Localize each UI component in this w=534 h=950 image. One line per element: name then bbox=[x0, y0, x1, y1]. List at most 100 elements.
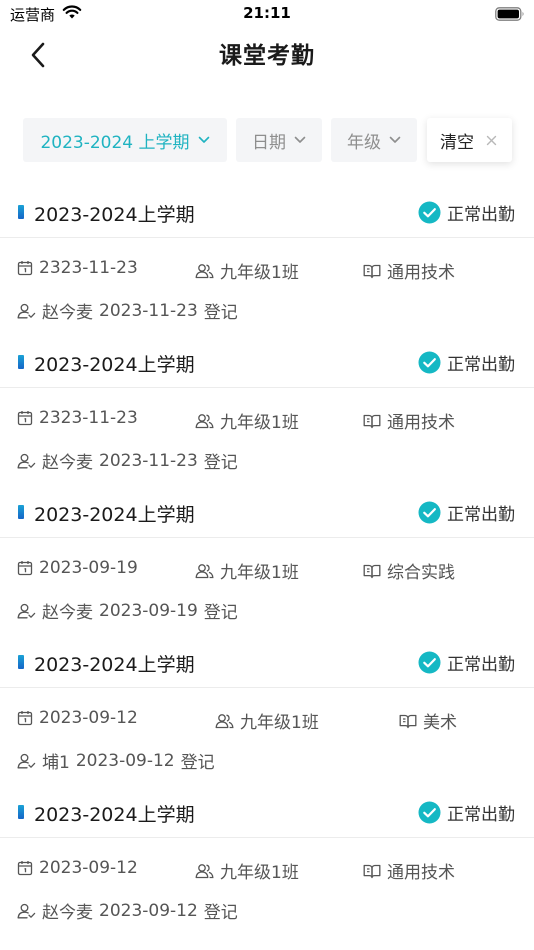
record-date-text: 2023-09-12 bbox=[39, 708, 138, 728]
book-icon bbox=[363, 414, 381, 428]
record-date-text: 2023-09-12 bbox=[39, 858, 138, 878]
record-registration: 赵今麦 2023-09-19 登记 bbox=[0, 598, 534, 623]
date-filter[interactable]: 日期 bbox=[236, 118, 322, 162]
check-circle-icon bbox=[418, 501, 441, 524]
record-date-text: 2023-09-19 bbox=[39, 558, 138, 578]
record-registration: 赵今麦 2023-11-23 登记 bbox=[0, 298, 534, 323]
term-marker bbox=[18, 655, 24, 669]
record-details: 2023-09-12 九年级1班 美术 bbox=[0, 708, 534, 733]
attendance-status: 正常出勤 bbox=[418, 500, 515, 525]
registration-suffix: 登记 bbox=[203, 903, 238, 923]
attendance-record[interactable]: 2023-2024上学期 正常出勤 2023-09-19 九年级1班 综合实践 … bbox=[0, 488, 534, 638]
record-class-text: 九年级1班 bbox=[220, 413, 299, 433]
attendance-status: 正常出勤 bbox=[418, 800, 515, 825]
term-marker bbox=[18, 505, 24, 519]
person-icon bbox=[17, 303, 36, 318]
person-icon bbox=[17, 453, 36, 468]
registration-info: 埔1 2023-09-12 登记 bbox=[17, 748, 215, 773]
calendar-icon bbox=[17, 861, 33, 876]
record-subject-text: 通用技术 bbox=[387, 263, 455, 283]
record-subject-text: 美术 bbox=[423, 713, 457, 733]
record-details: 2323-11-23 九年级1班 通用技术 bbox=[0, 408, 534, 433]
person-icon bbox=[17, 753, 36, 768]
record-date: 2023-09-19 bbox=[17, 558, 138, 578]
semester-filter[interactable]: 2023-2024 上学期 bbox=[23, 118, 227, 162]
registration-info: 赵今麦 2023-09-19 登记 bbox=[17, 598, 238, 623]
record-subject: 通用技术 bbox=[363, 258, 455, 283]
record-subject-text: 通用技术 bbox=[387, 863, 455, 883]
record-class: 九年级1班 bbox=[195, 408, 299, 433]
attendance-status-label: 正常出勤 bbox=[447, 355, 515, 375]
registrar-name: 赵今麦 bbox=[42, 453, 93, 473]
calendar-icon bbox=[17, 711, 33, 726]
group-icon bbox=[215, 713, 234, 728]
book-icon bbox=[363, 864, 381, 878]
attendance-record[interactable]: 2023-2024上学期 正常出勤 2023-09-12 bbox=[0, 638, 534, 788]
record-subject: 通用技术 bbox=[363, 408, 455, 433]
status-bar: 运营商 21:11 bbox=[0, 0, 534, 28]
record-header: 2023-2024上学期 正常出勤 bbox=[0, 188, 534, 238]
clear-filters-button[interactable]: 清空 bbox=[427, 118, 512, 162]
attendance-record[interactable]: 2023-2024上学期 正常出勤 2323-11-23 九年级1班 通用技术 … bbox=[0, 188, 534, 338]
attendance-status-label: 正常出勤 bbox=[447, 205, 515, 225]
attendance-record[interactable]: 2023-2024上学期 正常出勤 2323-11-23 九年级1班 通用技术 … bbox=[0, 338, 534, 488]
term-marker bbox=[18, 355, 24, 369]
chevron-down-icon bbox=[389, 136, 401, 144]
registration-suffix: 登记 bbox=[203, 303, 238, 323]
registration-date: 2023-11-23 bbox=[99, 300, 198, 321]
registration-suffix: 登记 bbox=[203, 603, 238, 623]
record-class-text: 九年级1班 bbox=[240, 713, 319, 733]
attendance-record[interactable]: 2023-2024上学期 正常出勤 2023-09-12 bbox=[0, 788, 534, 938]
registration-suffix: 登记 bbox=[180, 753, 215, 773]
attendance-list: 2023-2024上学期 正常出勤 2323-11-23 九年级1班 通用技术 … bbox=[0, 188, 534, 938]
record-subject-text: 综合实践 bbox=[387, 563, 455, 583]
registrar-name: 赵今麦 bbox=[42, 903, 93, 923]
record-header: 2023-2024上学期 正常出勤 bbox=[0, 488, 534, 538]
close-icon bbox=[486, 135, 497, 146]
record-subject: 美术 bbox=[399, 708, 457, 733]
registration-info: 赵今麦 2023-11-23 登记 bbox=[17, 448, 238, 473]
registrar-name: 埔1 bbox=[42, 753, 70, 773]
record-class: 九年级1班 bbox=[215, 708, 319, 733]
record-header: 2023-2024上学期 正常出勤 bbox=[0, 788, 534, 838]
group-icon bbox=[195, 413, 214, 428]
calendar-icon bbox=[17, 411, 33, 426]
person-icon bbox=[17, 903, 36, 918]
group-icon bbox=[195, 563, 214, 578]
record-class: 九年级1班 bbox=[195, 258, 299, 283]
term-marker bbox=[18, 205, 24, 219]
page-title: 课堂考勤 bbox=[219, 43, 315, 69]
clock: 21:11 bbox=[243, 4, 291, 22]
record-term: 2023-2024上学期 bbox=[34, 204, 195, 226]
registration-info: 赵今麦 2023-11-23 登记 bbox=[17, 298, 238, 323]
record-date: 2323-11-23 bbox=[17, 408, 138, 428]
record-class: 九年级1班 bbox=[195, 558, 299, 583]
attendance-status: 正常出勤 bbox=[418, 350, 515, 375]
clear-filters-label: 清空 bbox=[440, 132, 474, 153]
check-circle-icon bbox=[418, 651, 441, 674]
semester-filter-label: 2023-2024 上学期 bbox=[40, 132, 190, 153]
registration-date: 2023-09-12 bbox=[75, 750, 175, 771]
check-circle-icon bbox=[418, 801, 441, 824]
registrar-name: 赵今麦 bbox=[42, 603, 93, 623]
book-icon bbox=[363, 564, 381, 578]
record-term: 2023-2024上学期 bbox=[34, 804, 195, 826]
battery-icon bbox=[495, 6, 525, 25]
registration-date: 2023-09-19 bbox=[99, 600, 198, 621]
record-details: 2023-09-12 九年级1班 通用技术 bbox=[0, 858, 534, 883]
record-date: 2323-11-23 bbox=[17, 258, 138, 278]
calendar-icon bbox=[17, 261, 33, 276]
check-circle-icon bbox=[418, 351, 441, 374]
record-registration: 埔1 2023-09-12 登记 bbox=[0, 748, 534, 773]
grade-filter[interactable]: 年级 bbox=[331, 118, 417, 162]
term-marker bbox=[18, 805, 24, 819]
person-icon bbox=[17, 603, 36, 618]
check-circle-icon bbox=[418, 201, 441, 224]
registration-suffix: 登记 bbox=[203, 453, 238, 473]
record-details: 2323-11-23 九年级1班 通用技术 bbox=[0, 258, 534, 283]
date-filter-label: 日期 bbox=[252, 132, 286, 153]
record-date-text: 2323-11-23 bbox=[39, 258, 138, 278]
record-registration: 赵今麦 2023-09-12 登记 bbox=[0, 898, 534, 923]
attendance-status: 正常出勤 bbox=[418, 650, 515, 675]
group-icon bbox=[195, 263, 214, 278]
